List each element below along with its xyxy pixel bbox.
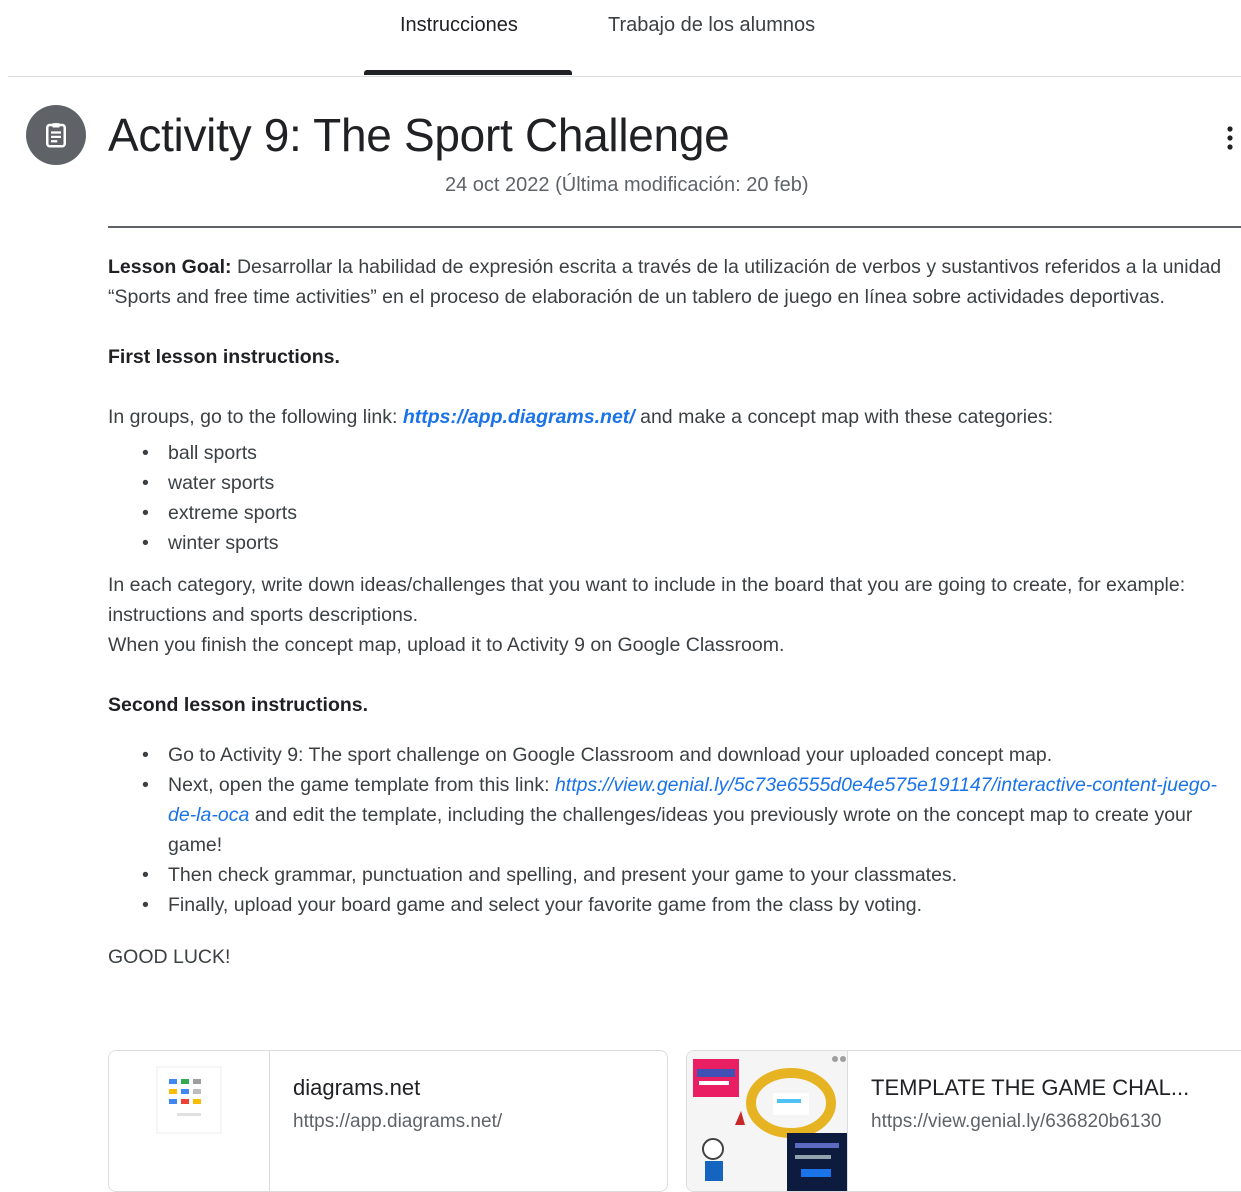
list-item: Then check grammar, punctuation and spel… (142, 860, 1241, 890)
each-category-paragraph: In each category, write down ideas/chall… (108, 574, 1186, 626)
attachment-title[interactable]: TEMPLATE THE GAME CHAL... (871, 1075, 1211, 1101)
steps-list: Go to Activity 9: The sport challenge on… (108, 740, 1241, 920)
categories-list: ball sports water sports extreme sports … (108, 438, 1241, 558)
list-item: Go to Activity 9: The sport challenge on… (142, 740, 1241, 770)
list-item: Next, open the game template from this l… (142, 770, 1241, 860)
attachment-url: https://view.genial.ly/636820b6130 (871, 1111, 1162, 1132)
step2-text-after: and edit the template, including the cha… (168, 804, 1193, 856)
active-tab-indicator (364, 70, 572, 75)
closing-text: GOOD LUCK! (108, 946, 231, 968)
finish-paragraph: When you finish the concept map, upload … (108, 634, 785, 656)
lesson-goal-text: Desarrollar la habilidad de expresión es… (108, 256, 1222, 308)
more-vert-icon (1227, 126, 1233, 150)
instructions-body: Lesson Goal: Desarrollar la habilidad de… (108, 252, 1241, 972)
more-options-button[interactable] (1212, 118, 1241, 158)
step2-text: Next, open the game template from this l… (168, 774, 555, 796)
attachment-url: https://app.diagrams.net/ (293, 1111, 503, 1132)
lesson-goal: Lesson Goal: Desarrollar la habilidad de… (108, 252, 1241, 312)
first-lesson-heading: First lesson instructions. (108, 346, 340, 368)
attachment-card-template[interactable]: TEMPLATE THE GAME CHAL... https://view.g… (686, 1050, 1241, 1192)
second-lesson-heading: Second lesson instructions. (108, 694, 369, 716)
groups-text-after: and make a concept map with these catego… (634, 406, 1054, 428)
attachment-thumbnail (687, 1051, 848, 1191)
page-title: Activity 9: The Sport Challenge (108, 109, 730, 161)
tab-bar: Instrucciones Trabajo de los alumnos (8, 0, 1241, 77)
list-item: Finally, upload your board game and sele… (142, 890, 1241, 920)
list-item: ball sports (142, 438, 1241, 468)
attachment-thumbnail (109, 1051, 270, 1191)
list-item: extreme sports (142, 498, 1241, 528)
lesson-goal-label: Lesson Goal: (108, 256, 232, 278)
tab-instrucciones[interactable]: Instrucciones (400, 14, 518, 37)
groups-paragraph: In groups, go to the following link: htt… (108, 402, 1241, 432)
header-divider (108, 226, 1241, 228)
list-item: water sports (142, 468, 1241, 498)
attachment-card-diagrams[interactable]: diagrams.net https://app.diagrams.net/ (108, 1050, 668, 1192)
attachment-title[interactable]: diagrams.net (293, 1075, 643, 1101)
tab-trabajo-de-los-alumnos[interactable]: Trabajo de los alumnos (608, 14, 815, 37)
assignment-icon (26, 105, 86, 165)
list-item: winter sports (142, 528, 1241, 558)
post-date: 24 oct 2022 (Última modificación: 20 feb… (445, 174, 809, 196)
groups-text: In groups, go to the following link: (108, 406, 403, 428)
diagrams-link[interactable]: https://app.diagrams.net/ (403, 406, 635, 428)
